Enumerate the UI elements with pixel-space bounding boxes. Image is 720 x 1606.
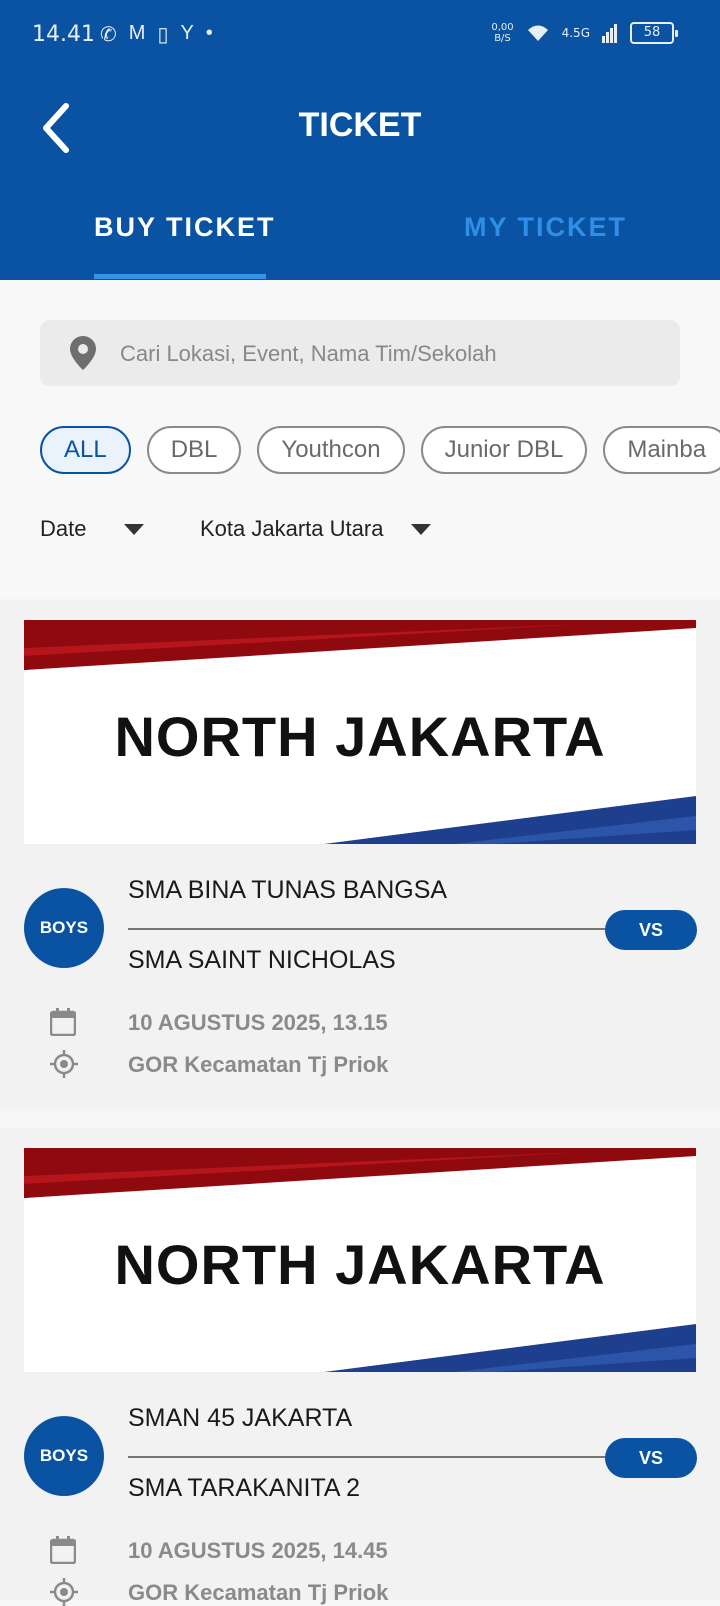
chip-mainbasket[interactable]: Mainba (603, 426, 720, 474)
chevron-down-icon (411, 523, 432, 535)
gmail-icon: M (128, 22, 146, 44)
chevron-down-icon (124, 523, 145, 535)
chip-dbl[interactable]: DBL (146, 426, 242, 474)
y-app-icon: Y (180, 22, 194, 44)
status-time: 14.41 (32, 22, 95, 47)
calendar-icon (50, 1008, 76, 1036)
banner-title: NORTH JAKARTA (114, 1233, 606, 1296)
status-bar: 14.41 ✆ M ▯ Y • 0,00 B/S 4.5G 58 (0, 0, 720, 70)
notification-icons: ✆ M ▯ Y • (100, 22, 213, 47)
system-icons: 0,00 B/S 4.5G 58 (491, 22, 678, 44)
chip-all[interactable]: ALL (40, 426, 131, 474)
chip-youthcon[interactable]: Youthcon (257, 426, 405, 474)
search-input[interactable]: Cari Lokasi, Event, Nama Tim/Sekolah (40, 320, 680, 386)
match-banner: NORTH JAKARTA (24, 620, 696, 844)
battery-icon: 58 (630, 22, 678, 44)
match-card[interactable]: NORTH JAKARTA BOYS SMA BINA TUNAS BANGSA… (0, 600, 720, 1108)
app-header: 14.41 ✆ M ▯ Y • 0,00 B/S 4.5G 58 TICKET … (0, 0, 720, 280)
page-title: TICKET (298, 106, 422, 144)
wifi-icon (527, 25, 548, 41)
category-badge: BOYS (24, 888, 104, 968)
team-away: SMA TARAKANITA 2 (128, 1474, 361, 1502)
match-datetime: 10 AGUSTUS 2025, 14.45 (128, 1538, 388, 1563)
whatsapp-icon: ✆ (100, 24, 117, 46)
match-banner: NORTH JAKARTA (24, 1148, 696, 1372)
vs-badge: VS (605, 910, 697, 950)
tab-my-ticket[interactable]: MY TICKET (464, 212, 627, 243)
chip-junior-dbl[interactable]: Junior DBL (420, 426, 588, 474)
location-pin-icon (70, 336, 96, 370)
match-card[interactable]: NORTH JAKARTA BOYS SMAN 45 JAKARTA VS SM… (0, 1128, 720, 1606)
dot-icon: • (205, 22, 213, 44)
signal-icon (602, 24, 617, 43)
category-chips: ALL DBL Youthcon Junior DBL Mainba (40, 426, 720, 474)
team-divider (128, 1456, 608, 1458)
location-target-icon (50, 1050, 78, 1078)
tab-buy-ticket[interactable]: BUY TICKET (94, 212, 276, 243)
city-dropdown[interactable]: Kota Jakarta Utara (200, 516, 432, 542)
team-home: SMAN 45 JAKARTA (128, 1404, 353, 1432)
filter-section: Cari Lokasi, Event, Nama Tim/Sekolah ALL… (0, 280, 720, 598)
team-away: SMA SAINT NICHOLAS (128, 946, 396, 974)
city-dropdown-label: Kota Jakarta Utara (200, 516, 384, 541)
category-badge: BOYS (24, 1416, 104, 1496)
calendar-icon (50, 1536, 76, 1564)
match-venue: GOR Kecamatan Tj Priok (128, 1052, 389, 1077)
vs-badge: VS (605, 1438, 697, 1478)
date-dropdown-label: Date (40, 516, 87, 541)
network-type: 4.5G (561, 26, 590, 40)
date-dropdown[interactable]: Date (40, 516, 145, 542)
active-tab-indicator (94, 274, 266, 279)
team-divider (128, 928, 608, 930)
team-home: SMA BINA TUNAS BANGSA (128, 876, 448, 904)
app-icon: ▯ (157, 24, 169, 46)
match-datetime: 10 AGUSTUS 2025, 13.15 (128, 1010, 388, 1035)
banner-title: NORTH JAKARTA (114, 705, 606, 768)
location-target-icon (50, 1578, 78, 1606)
search-placeholder: Cari Lokasi, Event, Nama Tim/Sekolah (120, 341, 497, 366)
match-venue: GOR Kecamatan Tj Priok (128, 1580, 389, 1605)
network-speed: 0,00 B/S (491, 22, 514, 44)
